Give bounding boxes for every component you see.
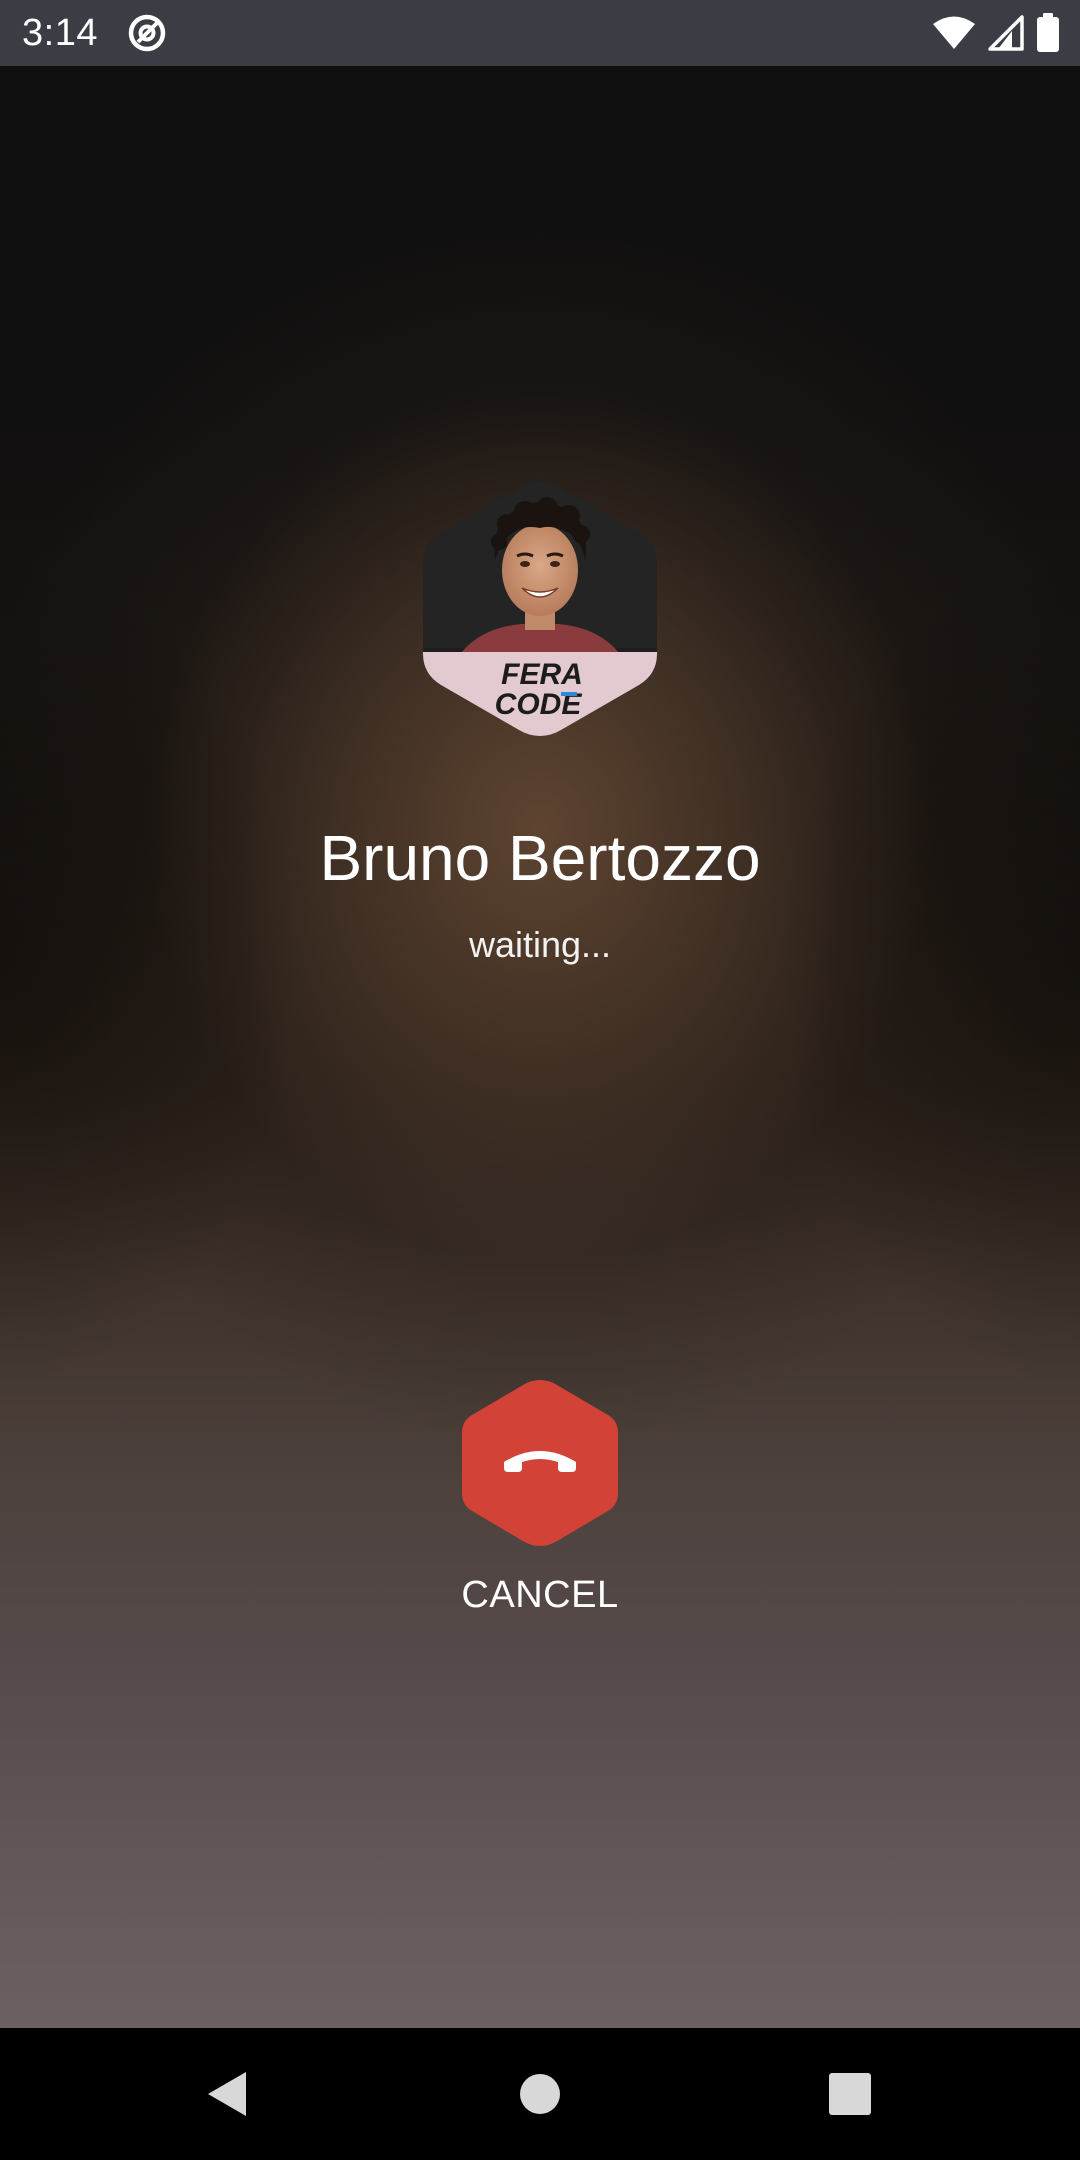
background-vignette [0,66,1080,2028]
wifi-icon [932,15,976,51]
status-time: 3:14 [22,12,98,54]
home-icon[interactable] [510,2064,570,2124]
recents-icon[interactable] [820,2064,880,2124]
vpn-key-icon [126,12,168,54]
back-icon[interactable] [196,2064,256,2124]
call-screen: 3:14 FERA CODE Bruno Bertozzo waiting...… [0,0,1080,2160]
battery-icon [1036,13,1060,53]
avatar-logo-line1: FERA [501,658,583,691]
status-bar: 3:14 [0,0,1080,66]
cancel-call-button[interactable] [458,1376,622,1550]
caller-name: Bruno Bertozzo [319,822,761,894]
call-status: waiting... [468,924,612,965]
navigation-bar [0,2028,1080,2160]
caller-avatar: FERA CODE [421,478,659,740]
status-icons [932,13,1060,53]
cell-signal-icon [988,15,1024,51]
cancel-label: CANCEL [461,1574,619,1616]
